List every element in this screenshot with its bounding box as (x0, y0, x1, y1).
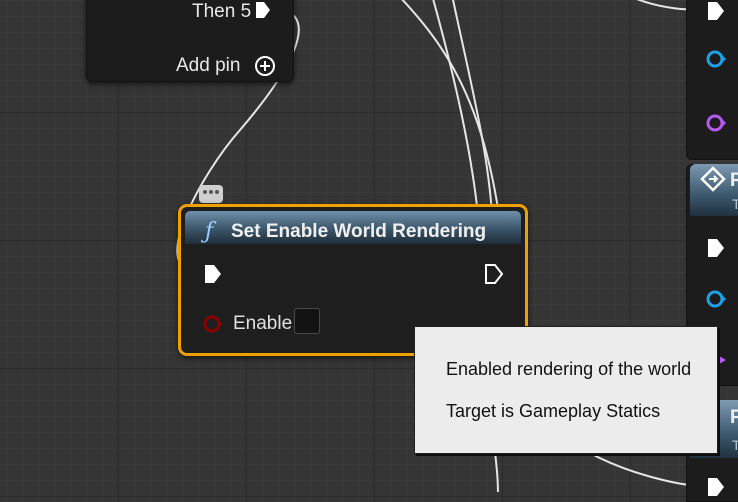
right-node-bottom-subtitle: T (732, 437, 738, 453)
function-icon: ƒ (205, 219, 214, 244)
exec-in-pin-icon[interactable] (203, 263, 223, 285)
tooltip-target: Target is Gameplay Statics (446, 401, 661, 421)
wire-e (494, 451, 499, 492)
right-top-object-pin-icon[interactable] (705, 48, 727, 70)
node-tooltip: Enabled rendering of the world Target is… (414, 326, 718, 454)
tooltip-description: Enabled rendering of the world (446, 359, 692, 379)
sequence-node[interactable]: Then 5 Add pin (86, 0, 294, 82)
right-node-middle-title: P (730, 170, 738, 191)
right-top-purple-pin-icon[interactable] (705, 112, 727, 134)
right-bottom-exec-pin-icon[interactable] (706, 476, 726, 498)
enable-checkbox[interactable] (294, 308, 320, 334)
right-node-middle-subtitle: T (732, 196, 738, 212)
add-pin-label: Add pin (176, 55, 241, 76)
right-top-exec-pin-icon[interactable] (706, 0, 726, 22)
right-node-top[interactable] (686, 0, 738, 160)
enable-bool-pin-icon[interactable] (203, 314, 223, 334)
wire-f (587, 451, 701, 487)
exec-out-pin-icon[interactable] (484, 263, 504, 285)
add-pin-icon[interactable] (254, 55, 276, 77)
then-5-label: Then 5 (192, 1, 252, 22)
node-header: ƒ Set Enable World Rendering (185, 211, 521, 244)
right-node-diamond-icon (700, 166, 726, 192)
right-node-bottom-title: P (730, 407, 738, 428)
enable-label: Enable (233, 313, 293, 334)
node-title: Set Enable World Rendering (231, 221, 487, 242)
then-5-exec-pin-icon[interactable] (254, 0, 272, 20)
right-mid-object-pin-icon[interactable] (705, 288, 727, 310)
right-mid-exec-pin-icon[interactable] (706, 237, 726, 259)
comment-bubble-icon[interactable] (199, 185, 223, 203)
